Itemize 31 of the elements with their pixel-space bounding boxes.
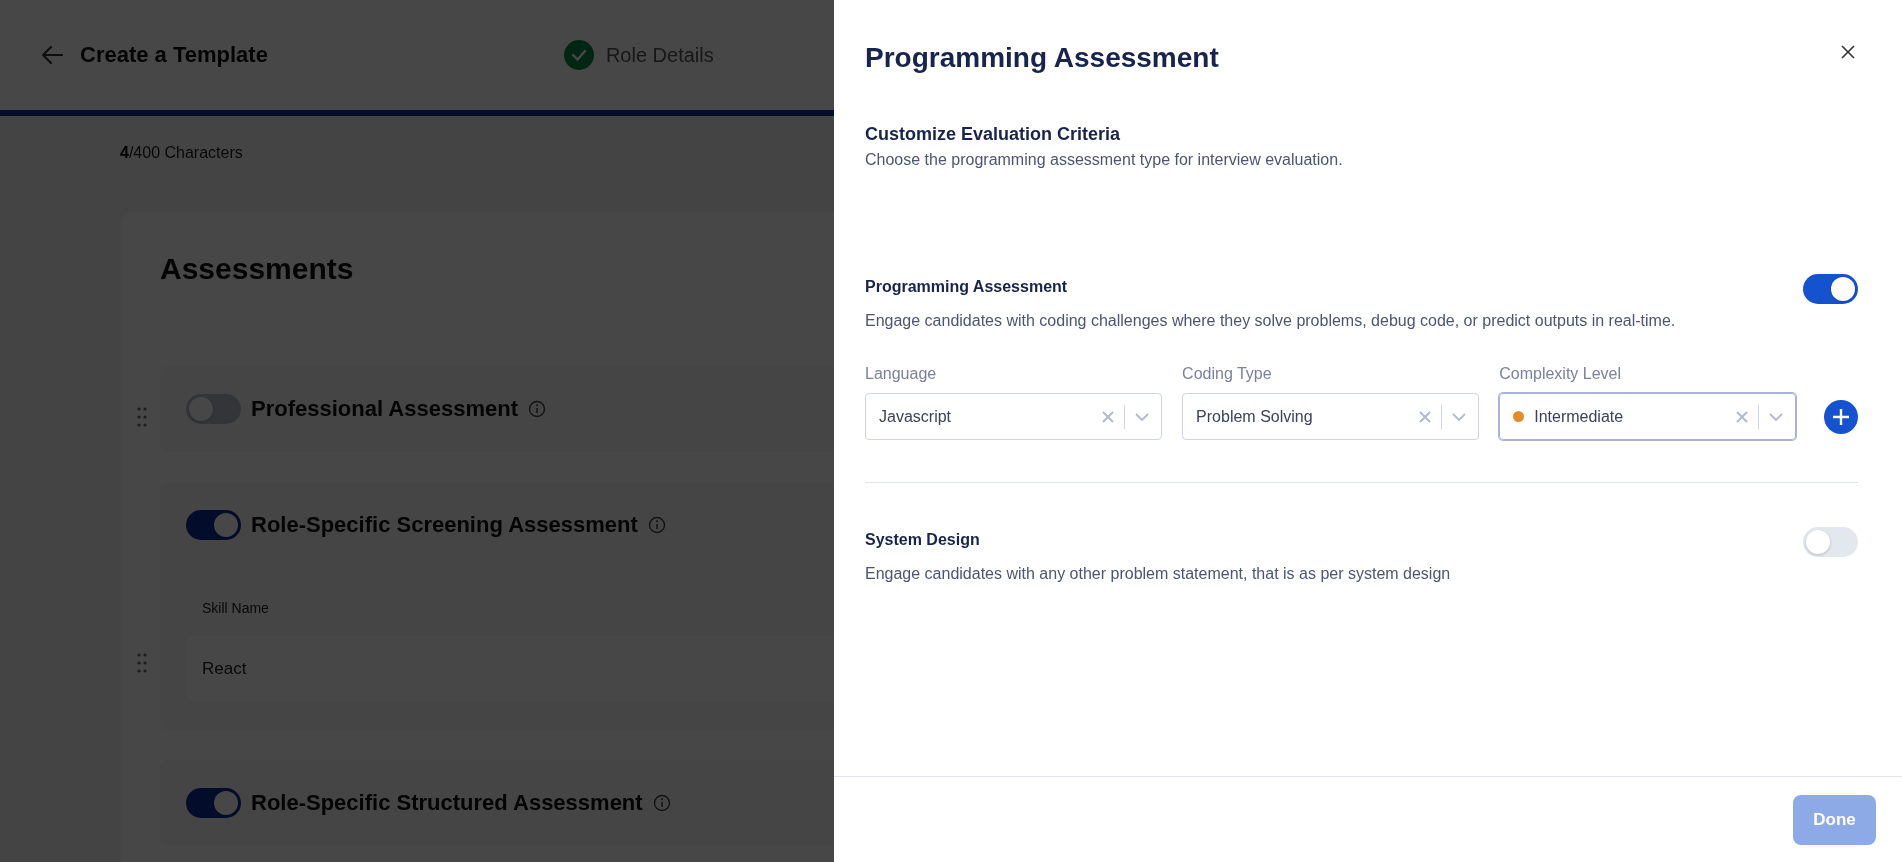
assessment-name: Role-Specific Structured Assessment [251, 790, 643, 816]
select-field[interactable]: Javascript [865, 393, 1163, 440]
field-label: Skill Name [202, 600, 269, 616]
clear-icon[interactable] [1419, 410, 1432, 423]
section-title: Assessments [160, 252, 354, 286]
select-field[interactable]: Intermediate [1499, 393, 1797, 440]
option-description: Engage candidates with any other problem statement, that is as per system design [865, 564, 1451, 584]
field-label: Complexity Level [1499, 365, 1623, 383]
drawer-title: Programming Assessment [865, 42, 1219, 74]
character-count: 4/400 Characters [120, 144, 243, 162]
assessment-name: Role-Specific Screening Assessment [251, 512, 638, 538]
option-description: Engage candidates with coding challenges where they solve problems, debug code, or predict outputs in real-time. [865, 311, 1676, 331]
field-label: Coding Type [1182, 365, 1273, 383]
clear-icon[interactable] [1736, 410, 1749, 423]
chevron-down-icon[interactable] [1452, 412, 1467, 421]
clear-icon[interactable] [1102, 410, 1115, 423]
field-label: Language [865, 365, 938, 383]
option-title: Programming Assessment [865, 278, 1069, 296]
section-heading: Customize Evaluation Criteria [865, 124, 1122, 145]
chevron-down-icon[interactable] [1135, 412, 1150, 421]
plus-icon[interactable] [1832, 408, 1851, 426]
page-title: Create a Template [80, 42, 268, 68]
chevron-down-icon[interactable] [1769, 412, 1784, 421]
toggle-switch[interactable] [1803, 527, 1858, 557]
option-title: System Design [865, 531, 981, 549]
select-field[interactable]: Problem Solving [1182, 393, 1480, 440]
add-button[interactable] [1824, 400, 1858, 434]
close-icon[interactable] [1841, 45, 1855, 59]
section-description: Choose the programming assessment type for interview evaluation. [865, 151, 1344, 169]
assessment-name: Professional Assessment [251, 396, 518, 422]
toggle-switch[interactable] [1803, 274, 1858, 304]
